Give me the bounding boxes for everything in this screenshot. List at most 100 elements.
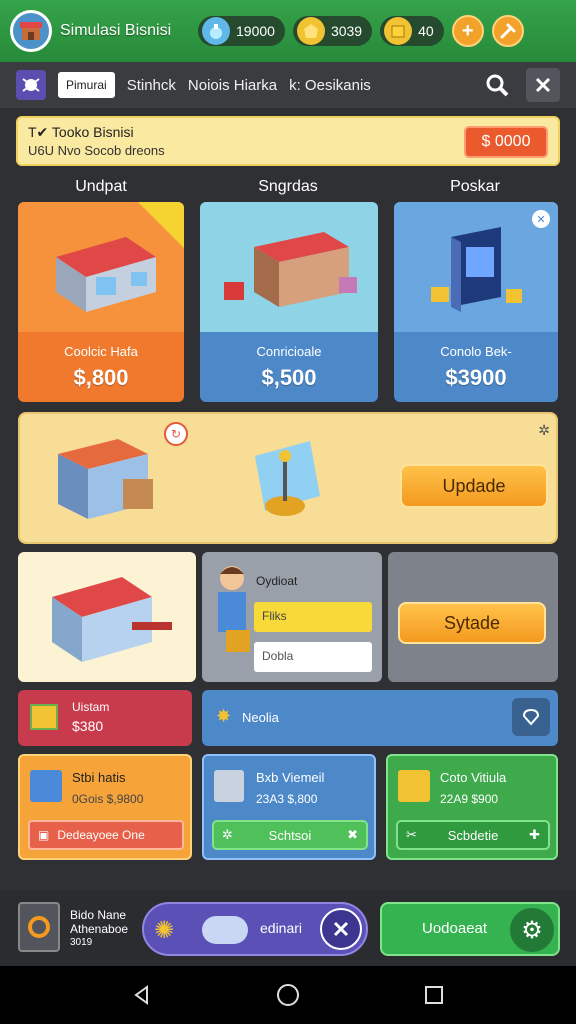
bench-icon bbox=[30, 770, 62, 802]
app-title: Simulasi Bisnisi bbox=[60, 22, 172, 39]
star-icon: ✖ bbox=[347, 827, 358, 842]
tools-icon: ✂ bbox=[406, 827, 417, 842]
system-panel: Sytade bbox=[388, 552, 558, 682]
chat-label: edinari bbox=[260, 920, 303, 936]
back-icon[interactable] bbox=[132, 985, 152, 1005]
cloud-icon bbox=[202, 916, 248, 944]
add-button[interactable]: + bbox=[451, 15, 484, 47]
shop-building-icon bbox=[52, 577, 172, 662]
small-card-1-value: 0Gois $,9800 bbox=[72, 792, 144, 806]
shop-art-2 bbox=[200, 202, 378, 332]
app-logo-icon bbox=[10, 10, 52, 52]
upgrade-panel: ↻ ✲ Updade bbox=[18, 412, 558, 544]
corner-ribbon bbox=[138, 202, 184, 248]
search-icon[interactable] bbox=[480, 68, 514, 102]
puzzle-icon: ✚ bbox=[529, 827, 540, 842]
wrench-icon[interactable] bbox=[491, 15, 524, 47]
shop-price-2: $,500 bbox=[261, 365, 317, 390]
tab-2[interactable]: Noiois Hiarka bbox=[188, 77, 277, 94]
map-pin-icon[interactable] bbox=[512, 698, 550, 736]
bug-icon[interactable] bbox=[16, 70, 46, 100]
staff-title: Oydioat bbox=[256, 574, 298, 588]
gems-counter: 40 bbox=[380, 16, 444, 46]
small-card-3-title: Coto Vitiula bbox=[440, 770, 507, 785]
staff-option-2[interactable]: Dobla bbox=[254, 642, 372, 672]
small-card-2-value: 23A3 $,800 bbox=[256, 792, 318, 806]
section-label-3: Poskar bbox=[450, 178, 500, 195]
shop-name-3: Conolo Bek- bbox=[440, 344, 512, 359]
small-card-1-button-label: Dedeayoee One bbox=[57, 828, 145, 842]
shop-art-3: ✕ bbox=[394, 202, 558, 332]
chat-bar[interactable]: ✺ edinari bbox=[142, 902, 368, 956]
system-nav-bar bbox=[0, 966, 576, 1024]
notice-title: Neolia bbox=[242, 710, 279, 725]
info-icon[interactable]: ✕ bbox=[532, 210, 550, 228]
profile-name: Bido Nane bbox=[70, 908, 127, 922]
sun-icon: ✺ bbox=[154, 917, 175, 944]
small-card-1-title: Stbi hatis bbox=[72, 770, 126, 785]
nav-bar: Pimurai Stinhck Noiois Hiarka k: Oesikan… bbox=[0, 62, 576, 108]
bottles-icon bbox=[214, 770, 244, 802]
book-icon bbox=[431, 227, 522, 312]
business-banner: T✔ Tooko Bisnisi U6U Nvo Socob dreons $ … bbox=[16, 116, 560, 166]
small-card-2-button[interactable]: ✲ Schtsoi ✖ bbox=[212, 820, 368, 850]
small-card-1: Stbi hatis 0Gois $,9800 ▣ Dedeayoee One bbox=[18, 754, 192, 860]
gear-icon[interactable]: ✲ bbox=[538, 422, 550, 439]
shop-card-1[interactable]: Coolcic Hafa $,800 bbox=[18, 202, 184, 402]
gift-icon: ▣ bbox=[38, 828, 50, 842]
tab-3[interactable]: k: Oesikanis bbox=[289, 77, 371, 94]
bottom-dock: Bido Nane Athenaboe 3019 ✺ edinari Uodoa… bbox=[0, 890, 576, 966]
cash-alert-panel[interactable]: Uistam $380 bbox=[18, 690, 192, 746]
potion-icon bbox=[202, 17, 230, 45]
small-card-2-button-label: Schtsoi bbox=[268, 827, 312, 843]
tab-1[interactable]: Stinhck bbox=[127, 77, 176, 94]
building-preview-panel bbox=[18, 552, 196, 682]
action-button[interactable]: Uodoaeat ⚙ bbox=[380, 902, 560, 956]
small-card-2-title: Bxb Viemeil bbox=[256, 770, 325, 785]
shop-info-3: Conolo Bek- $3900 bbox=[394, 332, 558, 402]
profile-avatar[interactable] bbox=[18, 902, 60, 952]
shop-name-1: Coolcic Hafa bbox=[64, 344, 138, 359]
shop-card-3[interactable]: ✕ Conolo Bek- $3900 bbox=[394, 202, 558, 402]
small-card-3-button[interactable]: ✂ Scbdetie ✚ bbox=[396, 820, 550, 850]
small-card-3: Coto Vitiula 22A9 $900 ✂ Scbdetie ✚ bbox=[386, 754, 558, 860]
gems-value: 40 bbox=[418, 23, 434, 39]
staff-option-1[interactable]: Fliks bbox=[254, 602, 372, 632]
shop-art-1 bbox=[18, 202, 184, 332]
notice-panel[interactable]: ✸ Neolia bbox=[202, 690, 558, 746]
recents-icon[interactable] bbox=[424, 985, 444, 1005]
staff-panel: Oydioat Fliks Dobla bbox=[202, 552, 382, 682]
small-card-1-button[interactable]: ▣ Dedeayoee One bbox=[28, 820, 184, 850]
home-icon[interactable] bbox=[276, 983, 300, 1007]
worker-avatar-icon bbox=[218, 566, 250, 652]
bell-icon: ✸ bbox=[216, 706, 232, 726]
shop-info-1: Coolcic Hafa $,800 bbox=[18, 332, 184, 402]
gear-icon[interactable]: ⚙ bbox=[510, 908, 554, 952]
shop-price-1: $,800 bbox=[73, 365, 129, 390]
coins-counter: 19000 bbox=[198, 16, 285, 46]
coins-value: 19000 bbox=[236, 23, 275, 39]
action-button-label: Uodoaeat bbox=[422, 920, 488, 937]
close-icon[interactable] bbox=[526, 68, 560, 102]
update-button[interactable]: Updade bbox=[400, 464, 548, 508]
profile-role: Athenaboe bbox=[70, 922, 129, 936]
shop-info-2: Conricioale $,500 bbox=[200, 332, 378, 402]
banner-price-button[interactable]: $ 0000 bbox=[464, 126, 548, 158]
system-button[interactable]: Sytade bbox=[398, 602, 546, 644]
shop-card-2[interactable]: Conricioale $,500 bbox=[200, 202, 378, 402]
gear-small-icon: ✲ bbox=[222, 827, 233, 842]
section-label-1: Undpat bbox=[75, 178, 127, 195]
profile-info: Bido Nane Athenaboe 3019 bbox=[70, 908, 128, 950]
small-card-3-value: 22A9 $900 bbox=[440, 792, 499, 806]
tab-active[interactable]: Pimurai bbox=[58, 72, 115, 98]
top-bar: Simulasi Bisnisi 19000 3039 40 + bbox=[0, 0, 576, 62]
cash-box-icon bbox=[30, 704, 58, 730]
close-icon[interactable] bbox=[320, 908, 362, 950]
market-icon bbox=[224, 232, 357, 307]
cash-alert-title: Uistam bbox=[72, 700, 110, 714]
timer-icon[interactable]: ↻ bbox=[164, 422, 188, 446]
cube-icon bbox=[398, 770, 430, 802]
small-card-2: Bxb Viemeil 23A3 $,800 ✲ Schtsoi ✖ bbox=[202, 754, 376, 860]
cash-alert-value: $380 bbox=[72, 718, 104, 734]
gold-counter: 3039 bbox=[292, 16, 373, 46]
